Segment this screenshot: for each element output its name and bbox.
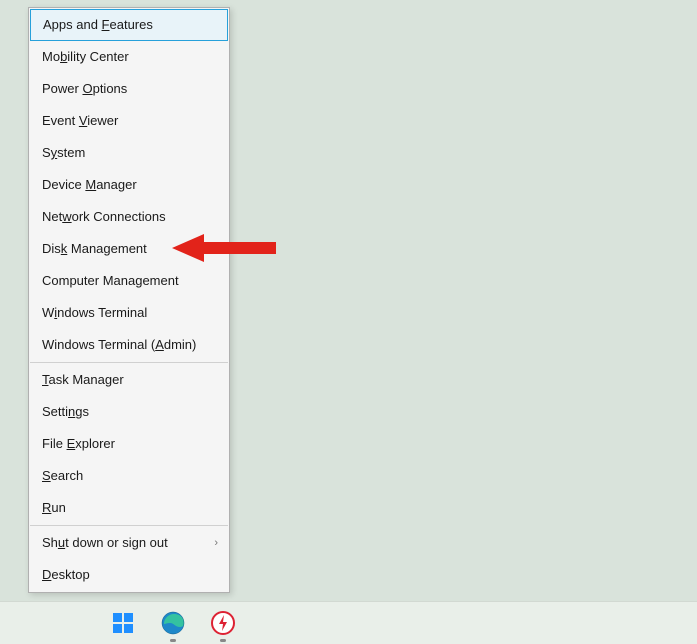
- app-icon[interactable]: [210, 610, 236, 636]
- menu-item-search[interactable]: Search: [30, 460, 228, 492]
- menu-item-label: Windows Terminal (Admin): [42, 329, 196, 361]
- menu-item-file-explorer[interactable]: File Explorer: [30, 428, 228, 460]
- winx-context-menu: Apps and FeaturesMobility CenterPower Op…: [28, 7, 230, 593]
- menu-item-apps-and-features[interactable]: Apps and Features: [30, 9, 228, 41]
- menu-item-label: Device Manager: [42, 169, 137, 201]
- menu-item-label: Mobility Center: [42, 41, 129, 73]
- menu-item-windows-terminal[interactable]: Windows Terminal: [30, 297, 228, 329]
- menu-item-label: Power Options: [42, 73, 127, 105]
- menu-item-event-viewer[interactable]: Event Viewer: [30, 105, 228, 137]
- menu-item-label: Network Connections: [42, 201, 166, 233]
- menu-item-task-manager[interactable]: Task Manager: [30, 364, 228, 396]
- menu-item-label: Disk Management: [42, 233, 147, 265]
- menu-separator: [30, 362, 228, 363]
- menu-separator: [30, 525, 228, 526]
- menu-item-label: Shut down or sign out: [42, 527, 168, 559]
- menu-item-label: Computer Management: [42, 265, 179, 297]
- edge-icon[interactable]: [160, 610, 186, 636]
- menu-item-label: Search: [42, 460, 83, 492]
- menu-item-disk-management[interactable]: Disk Management: [30, 233, 228, 265]
- running-indicator: [170, 639, 176, 642]
- menu-item-computer-management[interactable]: Computer Management: [30, 265, 228, 297]
- menu-item-label: Event Viewer: [42, 105, 118, 137]
- menu-item-network-connections[interactable]: Network Connections: [30, 201, 228, 233]
- start-icon[interactable]: [110, 610, 136, 636]
- menu-item-shutdown-signout[interactable]: Shut down or sign out ›: [30, 527, 228, 559]
- menu-item-label: System: [42, 137, 85, 169]
- menu-item-mobility-center[interactable]: Mobility Center: [30, 41, 228, 73]
- menu-item-power-options[interactable]: Power Options: [30, 73, 228, 105]
- menu-item-label: File Explorer: [42, 428, 115, 460]
- menu-item-windows-terminal-admin[interactable]: Windows Terminal (Admin): [30, 329, 228, 361]
- menu-item-run[interactable]: Run: [30, 492, 228, 524]
- menu-item-label: Task Manager: [42, 364, 124, 396]
- menu-item-label: Desktop: [42, 559, 90, 591]
- menu-item-label: Apps and Features: [43, 9, 153, 41]
- menu-item-label: Settings: [42, 396, 89, 428]
- menu-item-label: Run: [42, 492, 66, 524]
- chevron-right-icon: ›: [214, 527, 218, 559]
- menu-item-system[interactable]: System: [30, 137, 228, 169]
- running-indicator: [220, 639, 226, 642]
- menu-item-device-manager[interactable]: Device Manager: [30, 169, 228, 201]
- menu-item-desktop[interactable]: Desktop: [30, 559, 228, 591]
- menu-item-settings[interactable]: Settings: [30, 396, 228, 428]
- taskbar: [0, 601, 697, 644]
- menu-item-label: Windows Terminal: [42, 297, 147, 329]
